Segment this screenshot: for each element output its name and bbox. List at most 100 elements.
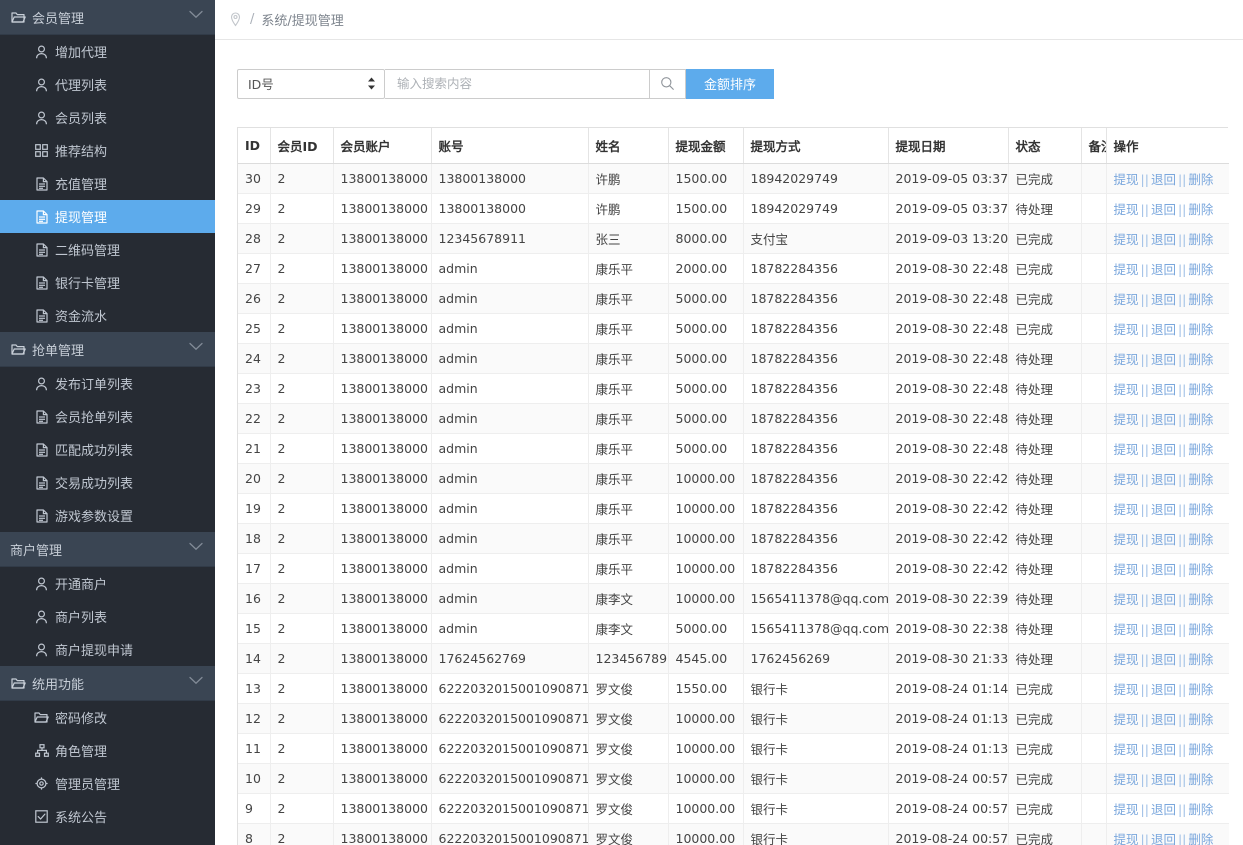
action-退回-link[interactable]: 退回 <box>1151 592 1176 607</box>
action-删除-link[interactable]: 删除 <box>1188 382 1213 397</box>
action-退回-link[interactable]: 退回 <box>1151 742 1176 757</box>
action-退回-link[interactable]: 退回 <box>1151 832 1176 845</box>
action-退回-link[interactable]: 退回 <box>1151 262 1176 277</box>
action-提现-link[interactable]: 提现 <box>1114 532 1139 547</box>
action-退回-link[interactable]: 退回 <box>1151 232 1176 247</box>
chevron-down-icon[interactable] <box>189 542 203 556</box>
action-退回-link[interactable]: 退回 <box>1151 502 1176 517</box>
sidebar-item-管理员管理[interactable]: 管理员管理 <box>0 767 215 800</box>
action-退回-link[interactable]: 退回 <box>1151 292 1176 307</box>
action-提现-link[interactable]: 提现 <box>1114 352 1139 367</box>
action-删除-link[interactable]: 删除 <box>1188 322 1213 337</box>
action-提现-link[interactable]: 提现 <box>1114 772 1139 787</box>
sidebar-item-提现管理[interactable]: 提现管理 <box>0 200 215 233</box>
action-退回-link[interactable]: 退回 <box>1151 442 1176 457</box>
action-提现-link[interactable]: 提现 <box>1114 712 1139 727</box>
action-删除-link[interactable]: 删除 <box>1188 262 1213 277</box>
amount-sort-button[interactable]: 金额排序 <box>686 69 774 99</box>
action-删除-link[interactable]: 删除 <box>1188 622 1213 637</box>
action-删除-link[interactable]: 删除 <box>1188 502 1213 517</box>
action-提现-link[interactable]: 提现 <box>1114 562 1139 577</box>
action-提现-link[interactable]: 提现 <box>1114 322 1139 337</box>
sidebar-group-4[interactable]: 统用功能 <box>0 666 215 701</box>
action-删除-link[interactable]: 删除 <box>1188 562 1213 577</box>
action-提现-link[interactable]: 提现 <box>1114 502 1139 517</box>
action-提现-link[interactable]: 提现 <box>1114 232 1139 247</box>
action-删除-link[interactable]: 删除 <box>1188 352 1213 367</box>
action-提现-link[interactable]: 提现 <box>1114 802 1139 817</box>
action-退回-link[interactable]: 退回 <box>1151 202 1176 217</box>
sidebar-item-会员列表[interactable]: 会员列表 <box>0 101 215 134</box>
action-删除-link[interactable]: 删除 <box>1188 772 1213 787</box>
sidebar-group-3[interactable]: 商户管理 <box>0 532 215 567</box>
sidebar-item-匹配成功列表[interactable]: 匹配成功列表 <box>0 433 215 466</box>
search-field-select[interactable]: ID号 <box>237 69 385 99</box>
sidebar-item-交易成功列表[interactable]: 交易成功列表 <box>0 466 215 499</box>
sidebar-item-开通商户[interactable]: 开通商户 <box>0 567 215 600</box>
chevron-down-icon[interactable] <box>189 342 203 356</box>
sidebar-item-资金流水[interactable]: 资金流水 <box>0 299 215 332</box>
search-input[interactable] <box>395 75 639 92</box>
sidebar-item-代理列表[interactable]: 代理列表 <box>0 68 215 101</box>
chevron-down-icon[interactable] <box>189 676 203 690</box>
sidebar-item-游戏参数设置[interactable]: 游戏参数设置 <box>0 499 215 532</box>
action-退回-link[interactable]: 退回 <box>1151 712 1176 727</box>
action-退回-link[interactable]: 退回 <box>1151 382 1176 397</box>
action-删除-link[interactable]: 删除 <box>1188 712 1213 727</box>
action-删除-link[interactable]: 删除 <box>1188 832 1213 845</box>
action-删除-link[interactable]: 删除 <box>1188 532 1213 547</box>
action-提现-link[interactable]: 提现 <box>1114 622 1139 637</box>
action-提现-link[interactable]: 提现 <box>1114 382 1139 397</box>
sidebar-item-角色管理[interactable]: 角色管理 <box>0 734 215 767</box>
action-删除-link[interactable]: 删除 <box>1188 472 1213 487</box>
action-删除-link[interactable]: 删除 <box>1188 742 1213 757</box>
action-退回-link[interactable]: 退回 <box>1151 532 1176 547</box>
action-删除-link[interactable]: 删除 <box>1188 232 1213 247</box>
action-删除-link[interactable]: 删除 <box>1188 292 1213 307</box>
action-退回-link[interactable]: 退回 <box>1151 412 1176 427</box>
sidebar-item-发布订单列表[interactable]: 发布订单列表 <box>0 367 215 400</box>
action-删除-link[interactable]: 删除 <box>1188 202 1213 217</box>
action-提现-link[interactable]: 提现 <box>1114 412 1139 427</box>
sidebar-item-密码修改[interactable]: 密码修改 <box>0 701 215 734</box>
action-退回-link[interactable]: 退回 <box>1151 562 1176 577</box>
sidebar-item-充值管理[interactable]: 充值管理 <box>0 167 215 200</box>
action-退回-link[interactable]: 退回 <box>1151 172 1176 187</box>
sidebar-item-系统公告[interactable]: 系统公告 <box>0 800 215 833</box>
action-退回-link[interactable]: 退回 <box>1151 802 1176 817</box>
action-删除-link[interactable]: 删除 <box>1188 802 1213 817</box>
action-删除-link[interactable]: 删除 <box>1188 442 1213 457</box>
sidebar-item-增加代理[interactable]: 增加代理 <box>0 35 215 68</box>
action-退回-link[interactable]: 退回 <box>1151 472 1176 487</box>
sidebar-item-二维码管理[interactable]: 二维码管理 <box>0 233 215 266</box>
action-删除-link[interactable]: 删除 <box>1188 592 1213 607</box>
action-提现-link[interactable]: 提现 <box>1114 472 1139 487</box>
sidebar-item-商户提现申请[interactable]: 商户提现申请 <box>0 633 215 666</box>
action-退回-link[interactable]: 退回 <box>1151 772 1176 787</box>
action-退回-link[interactable]: 退回 <box>1151 682 1176 697</box>
action-提现-link[interactable]: 提现 <box>1114 202 1139 217</box>
action-退回-link[interactable]: 退回 <box>1151 322 1176 337</box>
action-提现-link[interactable]: 提现 <box>1114 292 1139 307</box>
action-提现-link[interactable]: 提现 <box>1114 442 1139 457</box>
sidebar-group-2[interactable]: 抢单管理 <box>0 332 215 367</box>
sidebar-item-会员抢单列表[interactable]: 会员抢单列表 <box>0 400 215 433</box>
action-删除-link[interactable]: 删除 <box>1188 652 1213 667</box>
action-退回-link[interactable]: 退回 <box>1151 652 1176 667</box>
action-删除-link[interactable]: 删除 <box>1188 412 1213 427</box>
chevron-down-icon[interactable] <box>189 10 203 24</box>
action-退回-link[interactable]: 退回 <box>1151 622 1176 637</box>
sidebar-item-推荐结构[interactable]: 推荐结构 <box>0 134 215 167</box>
action-提现-link[interactable]: 提现 <box>1114 682 1139 697</box>
sidebar-item-商户列表[interactable]: 商户列表 <box>0 600 215 633</box>
action-提现-link[interactable]: 提现 <box>1114 652 1139 667</box>
action-删除-link[interactable]: 删除 <box>1188 172 1213 187</box>
search-button[interactable] <box>650 69 686 99</box>
action-提现-link[interactable]: 提现 <box>1114 172 1139 187</box>
action-提现-link[interactable]: 提现 <box>1114 742 1139 757</box>
action-删除-link[interactable]: 删除 <box>1188 682 1213 697</box>
sidebar-group-1[interactable]: 会员管理 <box>0 0 215 35</box>
action-提现-link[interactable]: 提现 <box>1114 592 1139 607</box>
action-退回-link[interactable]: 退回 <box>1151 352 1176 367</box>
action-提现-link[interactable]: 提现 <box>1114 262 1139 277</box>
